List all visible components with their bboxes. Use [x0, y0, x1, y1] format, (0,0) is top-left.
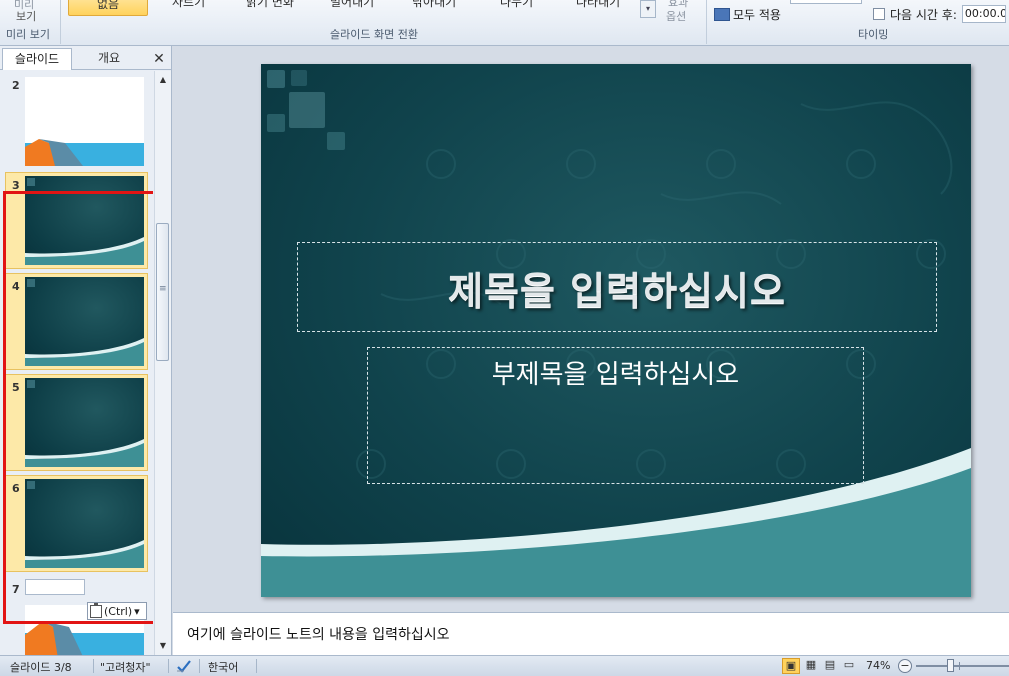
selection-highlight — [3, 191, 153, 624]
status-separator — [168, 659, 169, 673]
status-separator — [93, 659, 94, 673]
zoom-level[interactable]: 74% — [866, 659, 890, 672]
slide-sorter-icon[interactable]: ▦ — [802, 658, 820, 674]
zoom-slider-center-mark — [959, 662, 960, 670]
scrollbar-thumb[interactable] — [156, 223, 169, 361]
apply-all-icon — [714, 8, 730, 21]
language-indicator[interactable]: 한국어 — [208, 659, 238, 675]
close-icon[interactable]: ✕ — [150, 50, 168, 68]
transition-group-label: 슬라이드 화면 전환 — [330, 28, 418, 41]
title-placeholder[interactable]: 제목을 입력하십시오 — [297, 242, 937, 332]
next-time-option: 다음 시간 후: 00:00.00 — [873, 5, 1006, 23]
panel-tabs: 슬라이드 개요 ✕ — [0, 46, 172, 70]
slide-editing-area: 제목을 입력하십시오 부제목을 입력하십시오 — [173, 46, 1009, 612]
slideshow-icon[interactable]: ▭ — [840, 658, 858, 674]
spell-check-icon[interactable] — [176, 659, 192, 673]
subtitle-text: 부제목을 입력하십시오 — [491, 360, 740, 390]
slide-number: 2 — [12, 79, 20, 92]
reading-view-icon[interactable]: ▤ — [821, 658, 839, 674]
apply-all-button[interactable]: 모두 적용 — [714, 6, 781, 23]
scroll-down-icon[interactable]: ▼ — [155, 639, 171, 653]
ribbon-separator — [706, 0, 707, 44]
normal-view-icon[interactable]: ▣ — [782, 658, 800, 674]
slides-panel: 슬라이드 개요 ✕ 2 3 4 5 6 7 (Ctrl) ▾ ▲ ≡ ▼ — [0, 46, 172, 655]
transition-push-button[interactable]: 밀어내기 — [330, 0, 374, 10]
notes-placeholder: 여기에 슬라이드 노트의 내용을 입력하십시오 — [187, 627, 450, 643]
zoom-slider-track[interactable] — [916, 665, 1009, 667]
scroll-up-icon[interactable]: ▲ — [155, 73, 171, 87]
slide-thumbnail-list: 2 3 4 5 6 7 (Ctrl) ▾ — [0, 71, 153, 655]
sound-dropdown[interactable] — [790, 0, 862, 4]
transition-reveal-button[interactable]: 나타내기 — [576, 0, 620, 10]
transition-cut-button[interactable]: 자르기 — [172, 0, 205, 10]
theme-name[interactable]: "고려청자" — [100, 659, 151, 675]
zoom-out-button[interactable]: − — [898, 659, 912, 673]
subtitle-placeholder[interactable]: 부제목을 입력하십시오 — [367, 347, 864, 484]
title-text: 제목을 입력하십시오 — [448, 267, 786, 313]
thumbnail-scrollbar[interactable]: ▲ ▼ — [154, 71, 171, 655]
slide-thumbnail-2[interactable] — [25, 77, 144, 166]
ribbon-separator — [60, 0, 61, 44]
tab-slides[interactable]: 슬라이드 — [2, 48, 72, 70]
transition-none-button[interactable]: 없음 — [68, 0, 148, 16]
preview-button[interactable]: 보기 — [16, 8, 36, 24]
transition-fade-button[interactable]: 밝기 변화 — [246, 0, 294, 10]
notes-pane[interactable]: 여기에 슬라이드 노트의 내용을 입력하십시오 — [173, 612, 1009, 655]
status-separator — [256, 659, 257, 673]
status-bar: 슬라이드 3/8 "고려청자" 한국어 ▣ ▦ ▤ ▭ 74% − — [0, 655, 1009, 676]
effect-options-button[interactable]: 옵션 — [666, 8, 686, 24]
ribbon: 미리 보기 미리 보기 없음 자르기 밝기 변화 밀어내기 닦아내기 나누기 나… — [0, 0, 1009, 46]
preview-group-label: 미리 보기 — [6, 28, 50, 41]
gallery-more-button[interactable]: ▾ — [640, 0, 656, 18]
current-slide[interactable]: 제목을 입력하십시오 부제목을 입력하십시오 — [261, 64, 971, 597]
next-time-checkbox[interactable] — [873, 8, 885, 20]
thumbnail-decoration — [27, 178, 35, 186]
transition-split-button[interactable]: 나누기 — [500, 0, 533, 10]
thumbnail-graphic — [25, 139, 144, 166]
tab-outline[interactable]: 개요 — [76, 48, 142, 70]
next-time-input[interactable]: 00:00.00 — [961, 5, 1006, 23]
transition-wipe-button[interactable]: 닦아내기 — [412, 0, 456, 10]
timing-group-label: 타이밍 — [858, 28, 889, 41]
zoom-slider-thumb[interactable] — [947, 659, 954, 672]
slide-position: 슬라이드 3/8 — [10, 661, 72, 674]
status-separator — [199, 659, 200, 673]
